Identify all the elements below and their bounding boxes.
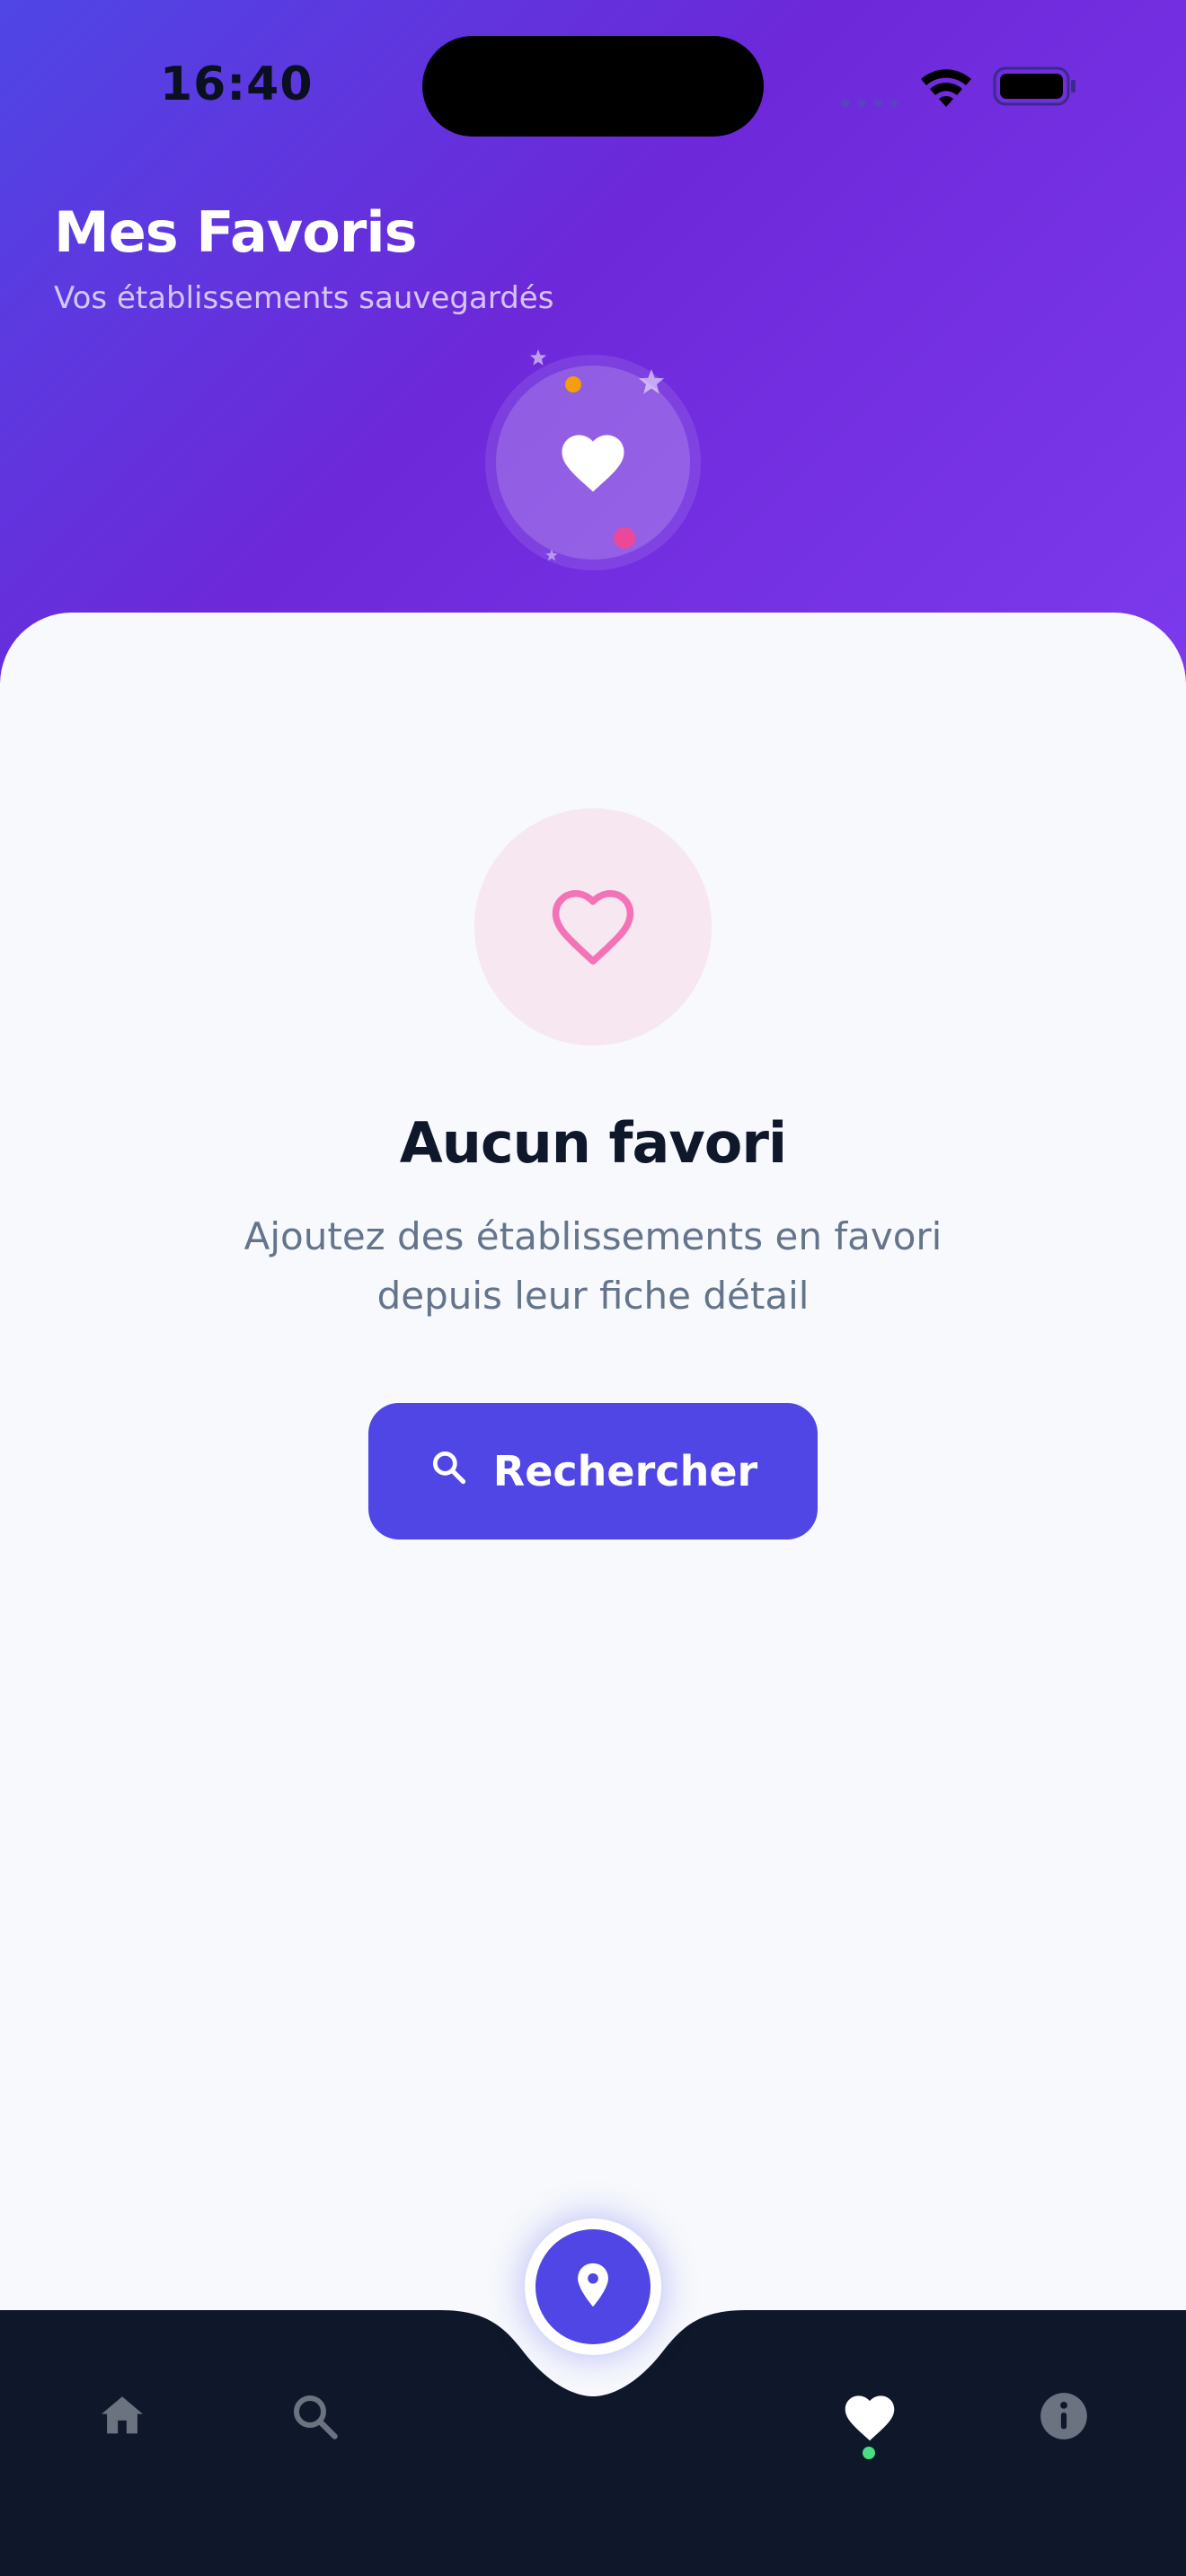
- empty-state-badge: [474, 808, 712, 1045]
- dynamic-island: [422, 36, 764, 137]
- tab-info[interactable]: [1028, 2382, 1100, 2454]
- tab-search[interactable]: [279, 2382, 350, 2454]
- search-button-label: Rechercher: [492, 1447, 758, 1495]
- page-title: Mes Favoris: [54, 199, 418, 265]
- sparkle-icon: [544, 548, 559, 566]
- header: 16:40 Mes Favoris Vos établissements sau…: [0, 0, 1186, 683]
- map-button[interactable]: [525, 2219, 661, 2355]
- wifi-icon: [918, 65, 974, 111]
- heart-outline-icon: [544, 881, 642, 973]
- home-icon: [96, 2390, 148, 2446]
- tab-favorites[interactable]: [834, 2382, 906, 2454]
- empty-state-title: Aucun favori: [399, 1110, 787, 1176]
- heart-icon: [840, 2389, 899, 2447]
- status-time: 16:40: [160, 57, 314, 111]
- location-pin-icon: [567, 2259, 619, 2315]
- active-tab-indicator: [863, 2447, 875, 2459]
- info-icon: [1036, 2388, 1092, 2448]
- sparkle-icon: [528, 348, 548, 371]
- search-icon: [429, 1447, 468, 1496]
- page-subtitle: Vos établissements sauvegardés: [54, 280, 554, 316]
- empty-state-description: Ajoutez des établissements en favori dep…: [243, 1214, 943, 1318]
- search-icon: [288, 2389, 341, 2447]
- tab-home[interactable]: [86, 2382, 158, 2454]
- heart-icon: [555, 427, 631, 498]
- status-bar: 16:40: [0, 0, 1186, 171]
- signal-icon: [840, 95, 903, 112]
- sparkle-icon: [636, 366, 667, 401]
- decorative-dot: [565, 376, 581, 393]
- battery-icon: [993, 66, 1077, 110]
- decorative-dot: [614, 527, 635, 549]
- search-button[interactable]: Rechercher: [368, 1403, 818, 1539]
- map-button-inner: [535, 2229, 651, 2344]
